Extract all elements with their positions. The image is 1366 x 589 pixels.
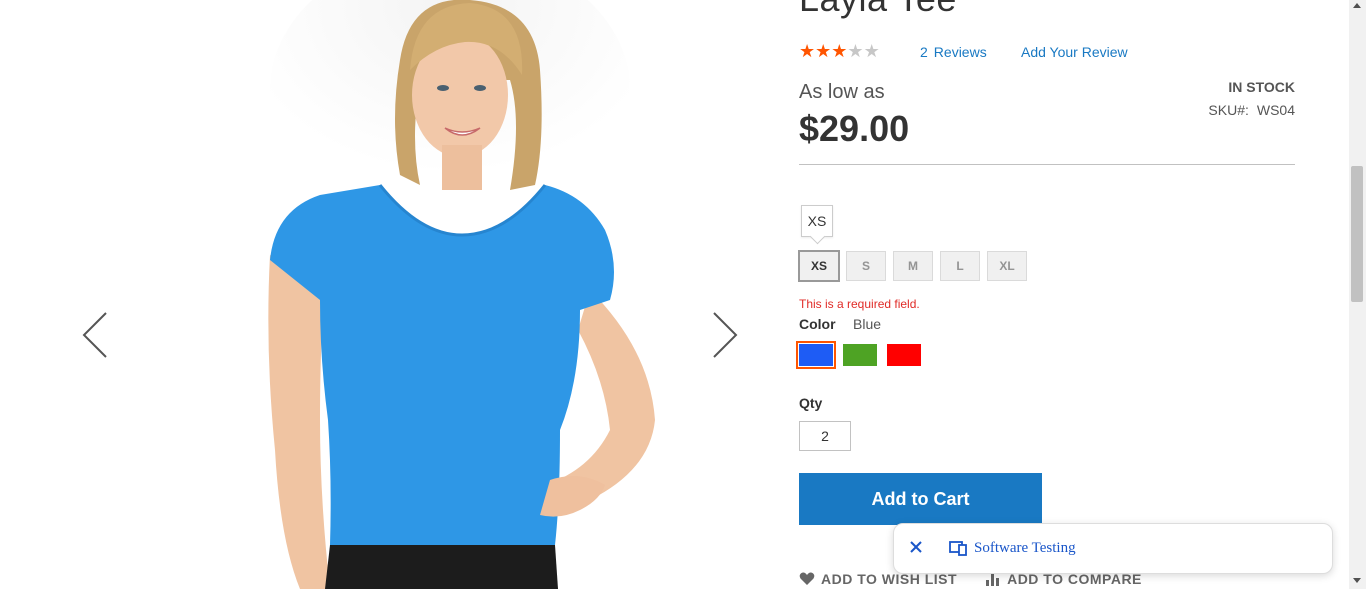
color-selected-value: Blue <box>853 316 882 332</box>
notification-toast: Software Testing <box>893 523 1333 574</box>
scrollbar-thumb[interactable] <box>1351 166 1363 302</box>
add-to-cart-button[interactable]: Add to Cart <box>799 473 1042 525</box>
star-icon: ★ <box>847 41 864 61</box>
sku-value: WS04 <box>1256 102 1295 118</box>
rating-stars: ★★★★★ <box>799 42 880 60</box>
chevron-right-icon[interactable] <box>700 305 740 365</box>
product-price: $29.00 <box>799 108 910 149</box>
stock-status: IN STOCK <box>1228 79 1295 95</box>
size-tooltip: XS <box>801 205 833 237</box>
reviews-label: Reviews <box>933 44 987 60</box>
close-icon[interactable] <box>908 539 924 555</box>
scroll-down-icon[interactable] <box>1351 574 1363 586</box>
sku: SKU#: WS04 <box>1208 102 1295 118</box>
color-swatches <box>796 341 921 369</box>
sku-label: SKU#: <box>1208 102 1249 118</box>
heart-icon <box>799 572 815 585</box>
color-swatch-green[interactable] <box>843 344 877 366</box>
size-options: XS S M L XL <box>798 250 1027 282</box>
reviews-count: 2 <box>920 44 928 60</box>
reviews-link[interactable]: 2 Reviews <box>920 44 987 60</box>
star-icon: ★ <box>831 41 848 61</box>
product-gallery <box>60 0 760 589</box>
chevron-left-icon[interactable] <box>80 305 120 365</box>
star-icon: ★ <box>799 41 816 61</box>
star-icon: ★ <box>863 41 880 61</box>
star-icon: ★ <box>815 41 832 61</box>
size-error-message: This is a required field. <box>799 297 920 311</box>
size-option-m[interactable]: M <box>893 251 933 281</box>
color-swatch-red[interactable] <box>887 344 921 366</box>
qty-input[interactable] <box>799 421 851 451</box>
size-option-xl[interactable]: XL <box>987 251 1027 281</box>
size-option-l[interactable]: L <box>940 251 980 281</box>
size-option-xs[interactable]: XS <box>798 250 840 282</box>
add-review-link[interactable]: Add Your Review <box>1021 44 1128 60</box>
devices-icon <box>949 541 967 556</box>
bar-chart-icon <box>986 574 1000 586</box>
scroll-up-icon[interactable] <box>1351 0 1363 12</box>
product-image <box>260 0 720 589</box>
color-swatch-blue[interactable] <box>796 341 836 369</box>
divider <box>799 164 1295 165</box>
qty-label: Qty <box>799 395 823 411</box>
toast-text: Software Testing <box>974 540 1076 556</box>
color-label: Color <box>799 316 836 332</box>
size-option-s[interactable]: S <box>846 251 886 281</box>
price-prefix: As low as <box>799 81 885 103</box>
product-title: Layla Tee <box>799 0 957 20</box>
